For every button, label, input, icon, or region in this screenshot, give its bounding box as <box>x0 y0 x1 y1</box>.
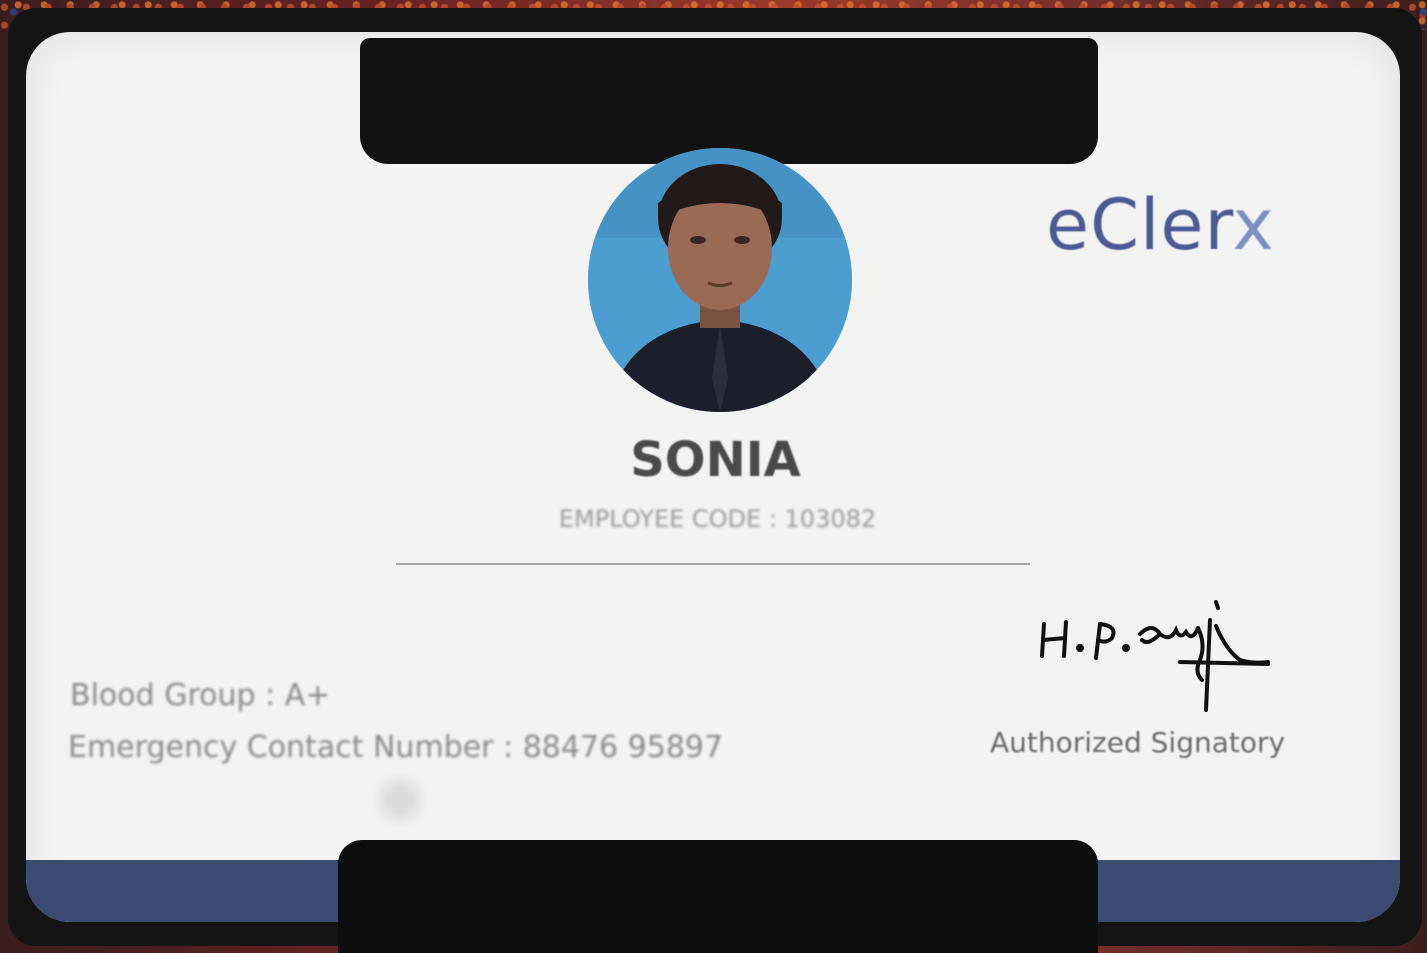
divider-line <box>396 563 1030 565</box>
signature-icon <box>1030 590 1290 720</box>
smudge-mark <box>380 780 420 820</box>
holder-top-clip <box>360 38 1098 164</box>
eclerx-logo: eClerx <box>1046 184 1275 266</box>
authorized-signatory-label: Authorized Signatory <box>990 726 1286 759</box>
logo-main-text: eCler <box>1046 184 1233 266</box>
blood-group: Blood Group : A+ <box>70 678 331 713</box>
photo-scene: eClerx SONIA EMPLOYEE CODE : 103082 Bloo… <box>0 0 1427 953</box>
logo-x-mark: x <box>1232 184 1275 266</box>
holder-bottom-clip <box>338 840 1098 953</box>
employee-photo <box>588 148 852 412</box>
employee-name: SONIA <box>630 432 801 488</box>
emergency-contact: Emergency Contact Number : 88476 95897 <box>68 730 724 765</box>
employee-code: EMPLOYEE CODE : 103082 <box>558 505 877 533</box>
